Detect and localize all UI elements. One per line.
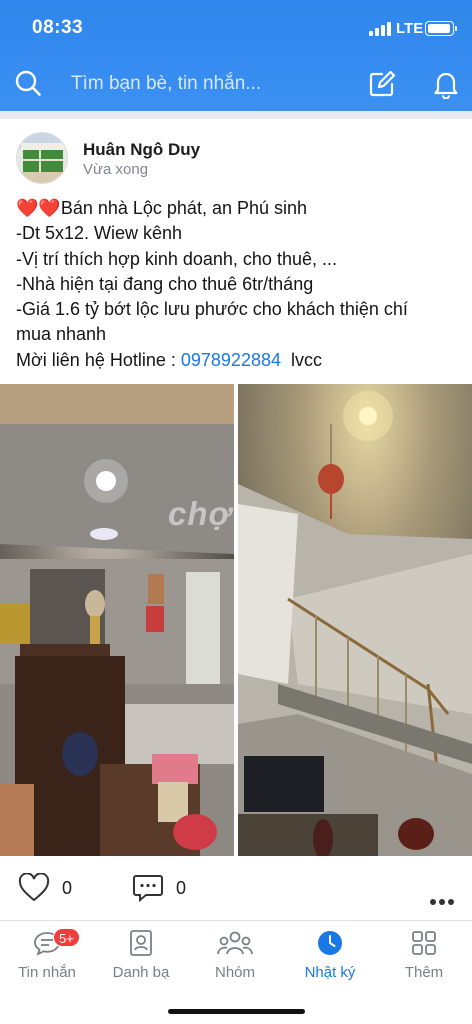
tab-label: Nhóm bbox=[214, 964, 255, 981]
group-icon bbox=[217, 931, 253, 955]
post-actions: 0 0 bbox=[0, 856, 472, 920]
status-bar: 08:33 LTE bbox=[0, 0, 472, 58]
bell-icon[interactable] bbox=[431, 69, 461, 99]
tab-label: Danh bạ bbox=[112, 964, 170, 981]
post-content: ❤️❤️Bán nhà Lộc phát, an Phú sinh -Dt 5x… bbox=[16, 196, 466, 373]
like-button[interactable]: 0 bbox=[18, 873, 72, 903]
hotline-suffix: lvcc bbox=[280, 349, 322, 370]
watermark: chợTỐT bbox=[168, 495, 234, 532]
unread-badge: 5+ bbox=[53, 928, 80, 947]
post-line: mua nhanh bbox=[16, 324, 107, 345]
contacts-icon bbox=[130, 930, 152, 956]
bottom-tab-bar: 5+ Tin nhắn Danh bạ Nhóm Nhật ký Thêm bbox=[0, 920, 472, 1024]
post-time: Vừa xong bbox=[83, 161, 149, 178]
tab-messages[interactable]: 5+ Tin nhắn bbox=[0, 921, 94, 1024]
tab-label: Nhật ký bbox=[304, 964, 356, 981]
post-line: -Vị trí thích hợp kinh doanh, cho thuê, … bbox=[16, 248, 337, 269]
like-count: 0 bbox=[62, 877, 73, 898]
top-bar: 08:33 LTE Tìm bạn bè, tin nhắn... bbox=[0, 0, 472, 111]
heart-emoji: ❤️❤️ bbox=[16, 198, 61, 218]
comment-count: 0 bbox=[176, 877, 187, 898]
tab-label: Tin nhắn bbox=[18, 964, 76, 981]
post-author[interactable]: Huân Ngô Duy bbox=[83, 140, 200, 160]
search-row: Tìm bạn bè, tin nhắn... bbox=[0, 58, 472, 111]
comment-button[interactable]: 0 bbox=[132, 873, 186, 903]
post-line: Bán nhà Lộc phát, an Phú sinh bbox=[60, 198, 308, 218]
search-input[interactable]: Tìm bạn bè, tin nhắn... bbox=[71, 73, 261, 95]
heart-icon bbox=[18, 873, 50, 902]
comment-icon bbox=[133, 875, 163, 903]
status-time: 08:33 bbox=[32, 17, 84, 38]
post-line: -Dt 5x12. Wiew kênh bbox=[16, 223, 183, 244]
divider bbox=[0, 111, 472, 119]
grid-icon bbox=[412, 931, 436, 955]
post-line: -Giá 1.6 tỷ bớt lộc lưu phước cho khách … bbox=[16, 299, 408, 320]
search-icon[interactable] bbox=[14, 69, 42, 97]
home-indicator[interactable] bbox=[168, 1009, 305, 1014]
post-photos: chợTỐT bbox=[0, 384, 472, 856]
post-photo-living-room[interactable]: chợTỐT bbox=[0, 384, 234, 856]
network-label: LTE bbox=[396, 20, 424, 37]
hotline-link[interactable]: 0978922884 bbox=[181, 350, 281, 370]
tab-more[interactable]: Thêm bbox=[377, 921, 471, 1024]
more-options-icon[interactable] bbox=[430, 892, 457, 910]
battery-icon bbox=[425, 21, 457, 36]
tab-label: Thêm bbox=[404, 964, 444, 981]
clock-icon bbox=[318, 931, 342, 955]
signal-icon bbox=[369, 22, 391, 36]
avatar[interactable] bbox=[16, 132, 68, 184]
hotline-label: Mời liên hệ Hotline : bbox=[16, 349, 181, 370]
compose-icon[interactable] bbox=[367, 69, 397, 99]
post-line: -Nhà hiện tại đang cho thuê 6tr/tháng bbox=[16, 273, 314, 294]
post-photo-staircase[interactable] bbox=[238, 384, 472, 856]
feed-post: Huân Ngô Duy Vừa xong ❤️❤️Bán nhà Lộc ph… bbox=[0, 119, 472, 920]
